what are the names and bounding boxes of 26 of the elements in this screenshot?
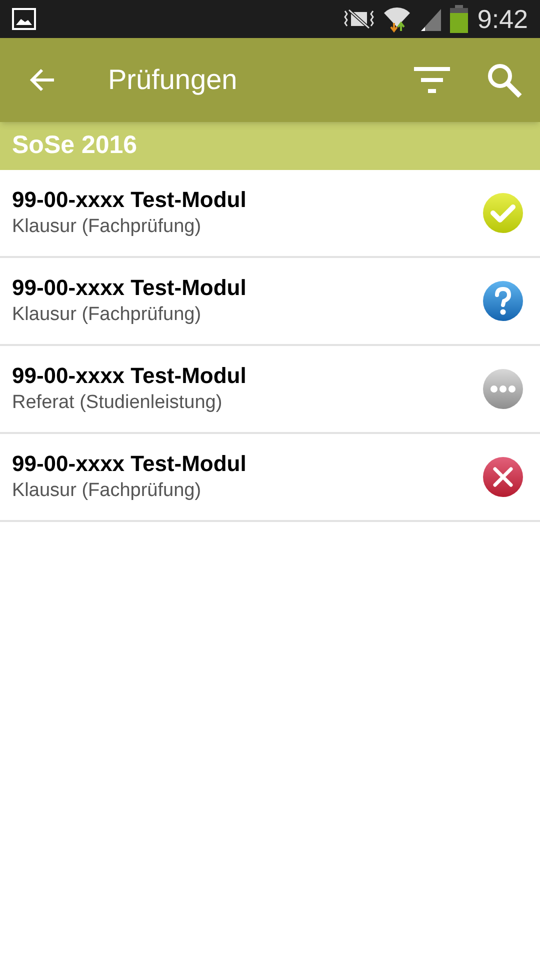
question-status-icon xyxy=(482,280,524,322)
section-title: SoSe 2016 xyxy=(12,130,138,162)
wifi-icon xyxy=(383,5,412,33)
exam-type: Klausur (Fachprüfung) xyxy=(12,479,202,503)
back-arrow-icon xyxy=(29,68,55,92)
check-status-icon xyxy=(482,192,524,234)
image-icon xyxy=(12,8,36,30)
screen-title: Prüfungen xyxy=(108,63,238,97)
cross-status-icon xyxy=(482,456,524,498)
exam-list-item[interactable]: 99-00-xxxx Test-Modul Klausur (Fachprüfung) xyxy=(0,258,540,346)
exam-title: 99-00-xxxx Test-Modul xyxy=(12,186,248,214)
search-icon xyxy=(486,62,522,98)
exam-type: Klausur (Fachprüfung) xyxy=(12,303,202,327)
exam-type: Referat (Studienleistung) xyxy=(12,391,224,415)
exam-title: 99-00-xxxx Test-Modul xyxy=(12,362,248,390)
exam-list-item[interactable]: 99-00-xxxx Test-Modul Referat (Studienleistung) xyxy=(0,346,540,434)
exam-list-item[interactable]: 99-00-xxxx Test-Modul Klausur (Fachprüfung) xyxy=(0,170,540,258)
exam-title: 99-00-xxxx Test-Modul xyxy=(12,274,248,302)
filter-icon xyxy=(414,67,450,93)
more-status-icon xyxy=(482,368,524,410)
exam-title: 99-00-xxxx Test-Modul xyxy=(12,450,248,478)
battery-icon xyxy=(449,5,470,33)
status-time: 9:42 xyxy=(477,2,528,36)
exam-list-item[interactable]: 99-00-xxxx Test-Modul Klausur (Fachprüfung) xyxy=(0,434,540,522)
vibrate-icon xyxy=(343,7,376,31)
exam-type: Klausur (Fachprüfung) xyxy=(12,215,202,239)
